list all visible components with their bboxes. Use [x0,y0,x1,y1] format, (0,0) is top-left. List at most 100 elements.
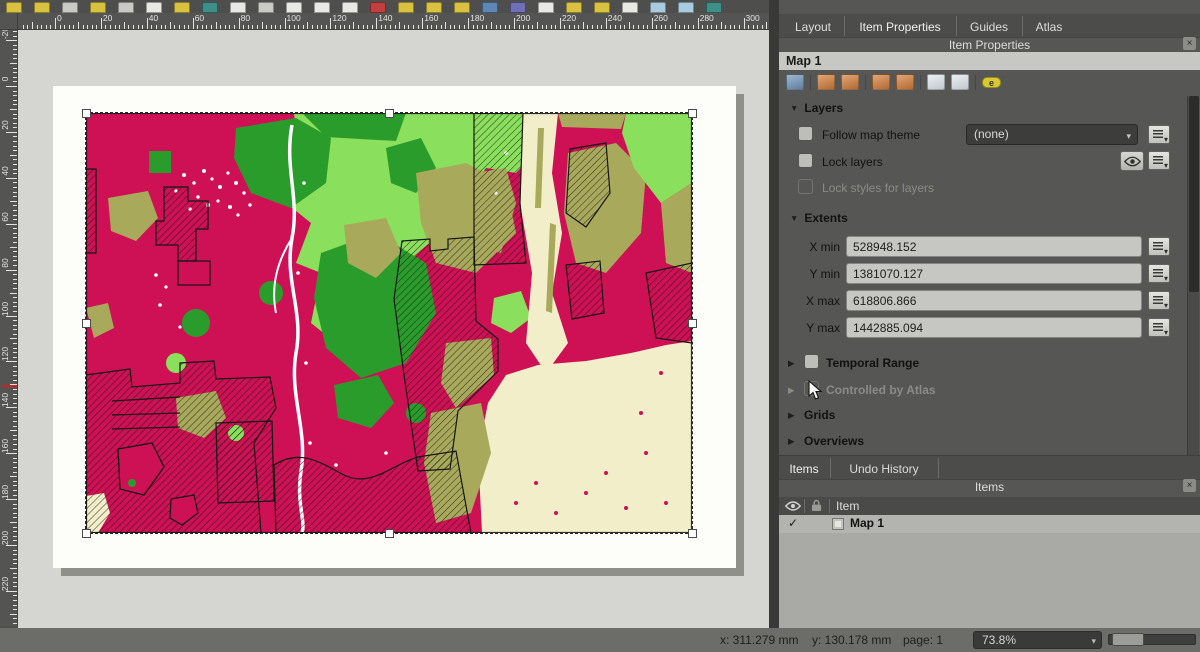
toolbar-icon[interactable] [370,2,386,13]
toolbar-icon[interactable] [454,2,470,13]
toolbar-icon[interactable] [398,2,414,13]
horizontal-ruler: 0204060801001201401601802002202402602803… [18,13,770,30]
resize-handle[interactable] [688,319,697,328]
cursor-position-marker [2,385,17,387]
map-item[interactable] [86,113,692,533]
overviews-label[interactable]: Overviews [804,434,864,448]
controlled-by-atlas-label: Controlled by Atlas [826,383,936,397]
grids-label[interactable]: Grids [804,408,835,422]
toolbar-icon[interactable] [146,2,162,13]
items-list-empty-area [779,533,1200,628]
bookmarks-icon[interactable] [951,74,969,90]
refresh-map-preview-icon[interactable] [786,74,804,90]
toolbar-icon[interactable] [174,2,190,13]
visibility-preset-button[interactable] [1120,151,1144,171]
qgis-print-layout-window: 0204060801001201401601802002202402602803… [0,0,1200,652]
view-extent-in-canvas-icon[interactable] [841,74,859,90]
toolbar-icon[interactable] [90,2,106,13]
extents-section-header[interactable]: ▼Extents [790,211,848,225]
data-defined-override-button[interactable]: ▾ [1148,291,1170,310]
temporal-range-label[interactable]: Temporal Range [826,356,919,370]
set-map-extent-to-canvas-icon[interactable] [817,74,835,90]
toolbar-icon[interactable] [286,2,302,13]
resize-handle[interactable] [385,109,394,118]
data-defined-override-button[interactable]: ▾ [1148,151,1170,170]
toolbar-icon[interactable] [538,2,554,13]
close-icon[interactable]: × [1183,37,1196,50]
expression-badge[interactable]: e [982,77,1001,88]
x-min-field[interactable] [846,236,1142,257]
toolbar-icon[interactable] [258,2,274,13]
expand-triangle-icon[interactable]: ▶ [788,436,795,447]
close-icon[interactable]: × [1183,479,1196,492]
toolbar-icon[interactable] [510,2,526,13]
zoom-level-combo[interactable]: 73.8%▾ [973,631,1102,649]
data-defined-override-button[interactable]: ▾ [1148,125,1170,144]
tab-items[interactable]: Items [782,459,826,480]
toolbar-icon[interactable] [650,2,666,13]
data-defined-override-button[interactable]: ▾ [1148,237,1170,256]
interactive-edit-icon[interactable] [927,74,945,90]
scrollbar-thumb[interactable] [1189,96,1199,292]
y-min-field[interactable] [846,263,1142,284]
toolbar-icon[interactable] [342,2,358,13]
items-table-header: Item [779,497,1200,515]
zoom-slider-thumb[interactable] [1112,633,1144,646]
toolbar-icon[interactable] [62,2,78,13]
data-defined-override-button[interactable]: ▾ [1148,318,1170,337]
tab-undo-history[interactable]: Undo History [834,459,934,480]
resize-handle[interactable] [385,529,394,538]
toolbar-icon[interactable] [622,2,638,13]
toolbar-icon[interactable] [678,2,694,13]
toolbar-icon[interactable] [314,2,330,13]
y-max-field[interactable] [846,317,1142,338]
tab-atlas[interactable]: Atlas [1026,17,1072,38]
tab-item-properties[interactable]: Item Properties [848,17,952,38]
controlled-by-atlas-checkbox [804,381,819,396]
panel-splitter[interactable] [769,0,779,628]
right-dock: Layout Item Properties Guides Atlas Item… [779,0,1200,628]
toolbar-icon[interactable] [426,2,442,13]
toolbar-icon[interactable] [594,2,610,13]
resize-handle[interactable] [688,529,697,538]
items-panel-title: Items [779,480,1200,495]
toolbar-icon[interactable] [6,2,22,13]
expand-triangle-icon[interactable]: ▶ [788,358,795,369]
lock-styles-checkbox [798,179,813,194]
resize-handle[interactable] [82,109,91,118]
tab-layout[interactable]: Layout [786,17,840,38]
zoom-to-extent-icon[interactable] [896,74,914,90]
lock-layers-checkbox[interactable] [798,153,813,168]
panel-title: Item Properties [779,38,1200,52]
x-max-label: X max [787,294,840,308]
tab-guides[interactable]: Guides [960,17,1018,38]
y-min-label: Y min [787,267,840,281]
panel-scrollbar[interactable] [1187,96,1199,455]
toolbar-icon[interactable] [706,2,722,13]
set-map-scale-icon[interactable] [872,74,890,90]
follow-map-theme-checkbox[interactable] [798,126,813,141]
resize-handle[interactable] [688,109,697,118]
toolbar-icon[interactable] [482,2,498,13]
toolbar-icon[interactable] [230,2,246,13]
data-defined-override-button[interactable]: ▾ [1148,264,1170,283]
dock-tab-bar: Layout Item Properties Guides Atlas [779,14,1200,38]
layers-section-header[interactable]: ▼Layers [790,101,843,115]
toolbar-icon[interactable] [566,2,582,13]
resize-handle[interactable] [82,319,91,328]
expand-triangle-icon[interactable]: ▶ [788,410,795,421]
x-max-field[interactable] [846,290,1142,311]
item-row-label[interactable]: Map 1 [850,516,884,530]
toolbar-icon[interactable] [202,2,218,13]
separator [975,75,976,90]
toolbar-icon[interactable] [118,2,134,13]
layout-canvas[interactable] [18,30,769,628]
separator [865,75,866,90]
visibility-checkmark[interactable]: ✓ [788,516,798,530]
chevron-down-icon: ▾ [1164,161,1168,170]
table-row[interactable]: ✓ Map 1 [779,515,1200,533]
temporal-range-checkbox[interactable] [804,354,819,369]
map-theme-dropdown[interactable]: (none)▾ [966,124,1138,145]
toolbar-icon[interactable] [34,2,50,13]
resize-handle[interactable] [82,529,91,538]
